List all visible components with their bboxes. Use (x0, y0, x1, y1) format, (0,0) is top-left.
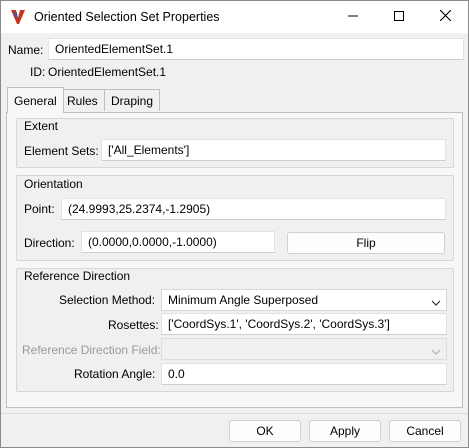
tab-rules-label: Rules (67, 94, 98, 108)
title-bar[interactable]: Oriented Selection Set Properties (1, 1, 468, 33)
point-field[interactable]: (24.9993,25.2374,-1.2905) (61, 198, 446, 220)
selection-method-select[interactable]: Minimum Angle Superposed (161, 289, 447, 311)
tab-rules[interactable]: Rules (60, 89, 105, 111)
direction-label: Direction: (24, 236, 75, 250)
reference-direction-field-label: Reference Direction Field: (22, 343, 161, 357)
selection-method-value: Minimum Angle Superposed (168, 293, 319, 307)
chevron-down-icon (431, 345, 441, 355)
cancel-button-label: Cancel (406, 424, 444, 438)
minimize-icon (348, 10, 358, 24)
footer-separator (1, 413, 468, 414)
reference-direction-title: Reference Direction (24, 269, 131, 283)
name-input[interactable]: OrientedElementSet.1 (48, 38, 464, 60)
cancel-button[interactable]: Cancel (389, 420, 461, 442)
tab-draping[interactable]: Draping (104, 89, 161, 111)
ok-button[interactable]: OK (229, 420, 301, 442)
maximize-button[interactable] (376, 1, 422, 33)
name-label: Name: (8, 43, 44, 57)
element-sets-label: Element Sets: (24, 144, 99, 158)
close-button[interactable] (422, 1, 468, 33)
minimize-button[interactable] (330, 1, 376, 33)
point-label: Point: (24, 202, 55, 216)
extent-title: Extent (24, 119, 59, 133)
window-title: Oriented Selection Set Properties (34, 10, 220, 24)
flip-button[interactable]: Flip (287, 232, 445, 254)
flip-button-label: Flip (356, 236, 376, 250)
id-value: OrientedElementSet.1 (48, 65, 167, 79)
app-logo-icon (10, 9, 26, 25)
tab-general-label: General (14, 94, 57, 108)
tab-general[interactable]: General (7, 87, 64, 113)
direction-field[interactable]: (0.0000,0.0000,-1.0000) (81, 231, 275, 253)
dialog-window: Oriented Selection Set Properties Name: … (0, 0, 469, 448)
apply-button-label: Apply (329, 424, 361, 438)
element-sets-field[interactable]: ['All_Elements'] (101, 139, 446, 161)
reference-direction-field-select[interactable] (161, 338, 447, 360)
ok-button-label: OK (256, 424, 274, 438)
chevron-down-icon (431, 296, 441, 306)
rosettes-label: Rosettes: (108, 318, 159, 332)
rosettes-field[interactable]: ['CoordSys.1', 'CoordSys.2', 'CoordSys.3… (161, 313, 447, 335)
close-icon (439, 9, 451, 24)
orientation-title: Orientation (24, 177, 83, 191)
rotation-angle-label: Rotation Angle: (74, 367, 156, 381)
tab-draping-label: Draping (111, 94, 154, 108)
apply-button[interactable]: Apply (309, 420, 381, 442)
selection-method-label: Selection Method: (59, 293, 156, 307)
id-label: ID: (30, 65, 46, 79)
rotation-angle-field[interactable]: 0.0 (161, 363, 447, 385)
maximize-icon (394, 10, 404, 24)
